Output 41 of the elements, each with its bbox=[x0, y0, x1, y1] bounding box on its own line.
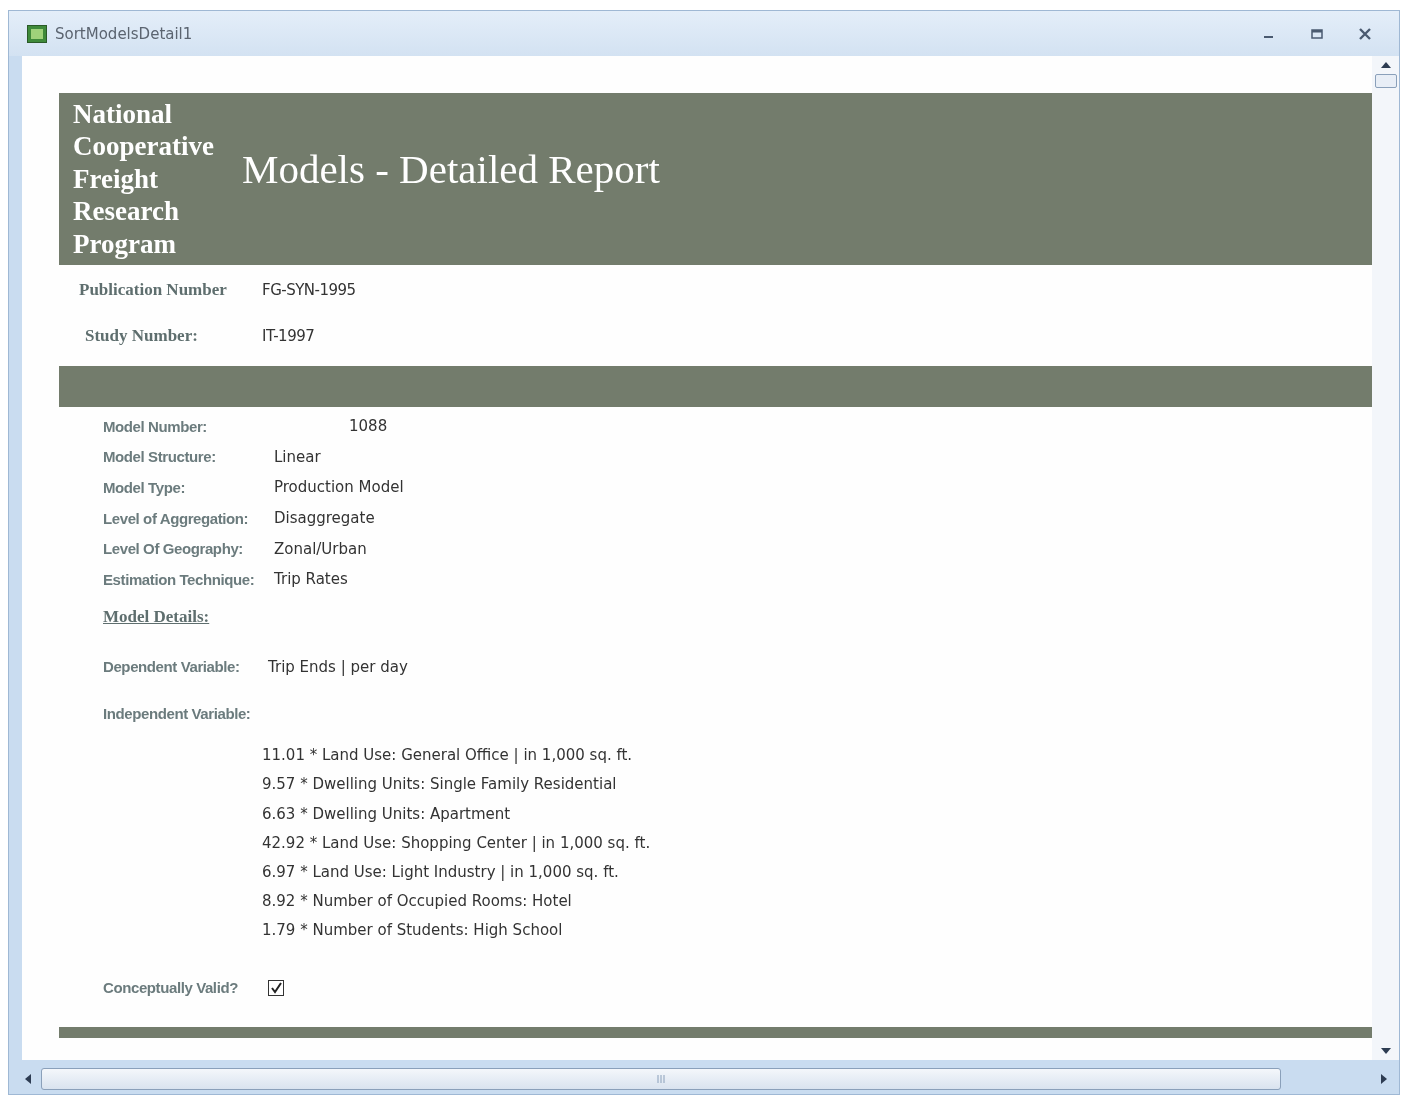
scroll-down-icon[interactable] bbox=[1380, 1046, 1391, 1056]
field-value: Trip Rates bbox=[274, 570, 348, 589]
field-value: 1088 bbox=[348, 417, 388, 436]
field-value: Linear bbox=[274, 447, 321, 466]
variable-term: 6.97 * Land Use: Light Industry | in 1,000 sq. ft. bbox=[262, 862, 619, 881]
field-label: Model Number: bbox=[102, 417, 208, 435]
variable-term: 8.92 * Number of Occupied Rooms: Hotel bbox=[262, 892, 572, 911]
field-value: Trip Ends | per day bbox=[268, 657, 408, 676]
scroll-up-icon[interactable] bbox=[1380, 60, 1391, 70]
field-value: Disaggregate bbox=[274, 509, 375, 528]
app-icon bbox=[27, 24, 47, 43]
field-value: Zonal/Urban bbox=[274, 539, 367, 558]
horizontal-scrollbar-thumb[interactable] bbox=[41, 1068, 1281, 1090]
field-label: Estimation Technique: bbox=[102, 570, 256, 588]
field-label: Publication Number bbox=[78, 280, 228, 300]
report-title: Models - Detailed Report bbox=[241, 145, 660, 193]
field-value: Production Model bbox=[274, 478, 404, 497]
scroll-right-icon[interactable] bbox=[1379, 1074, 1389, 1084]
variable-term: 42.92 * Land Use: Shopping Center | in 1,000 sq. ft. bbox=[262, 833, 651, 852]
maximize-icon[interactable] bbox=[1311, 28, 1323, 39]
section-heading: Model Details: bbox=[103, 606, 210, 627]
window-title: SortModelsDetail1 bbox=[55, 24, 193, 43]
field-label: Model Type: bbox=[102, 479, 186, 496]
field-label: Level Of Geography: bbox=[102, 540, 244, 558]
checkbox[interactable] bbox=[268, 979, 284, 996]
variable-term: 6.63 * Dwelling Units: Apartment bbox=[262, 804, 511, 823]
organization-name: National Cooperative Freight Research Program bbox=[73, 97, 214, 261]
variable-term: 1.79 * Number of Students: High School bbox=[262, 921, 563, 940]
field-value: FG-SYN-1995 bbox=[262, 281, 356, 299]
variable-term: 11.01 * Land Use: General Office | in 1,000 sq. ft. bbox=[262, 746, 633, 765]
close-icon[interactable] bbox=[1358, 27, 1372, 40]
field-label: Conceptually Valid? bbox=[102, 979, 239, 997]
field-value: IT-1997 bbox=[262, 327, 315, 345]
field-label: Model Structure: bbox=[102, 448, 217, 466]
vertical-scrollbar[interactable] bbox=[1372, 56, 1399, 1060]
scroll-left-icon[interactable] bbox=[23, 1074, 33, 1084]
scrollbar-thumb[interactable] bbox=[1374, 74, 1397, 88]
field-label: Independent Variable: bbox=[102, 705, 252, 723]
field-label: Study Number: bbox=[84, 326, 199, 346]
field-label: Level of Aggregation: bbox=[102, 509, 250, 527]
variable-term: 9.57 * Dwelling Units: Single Family Residential bbox=[262, 775, 617, 794]
